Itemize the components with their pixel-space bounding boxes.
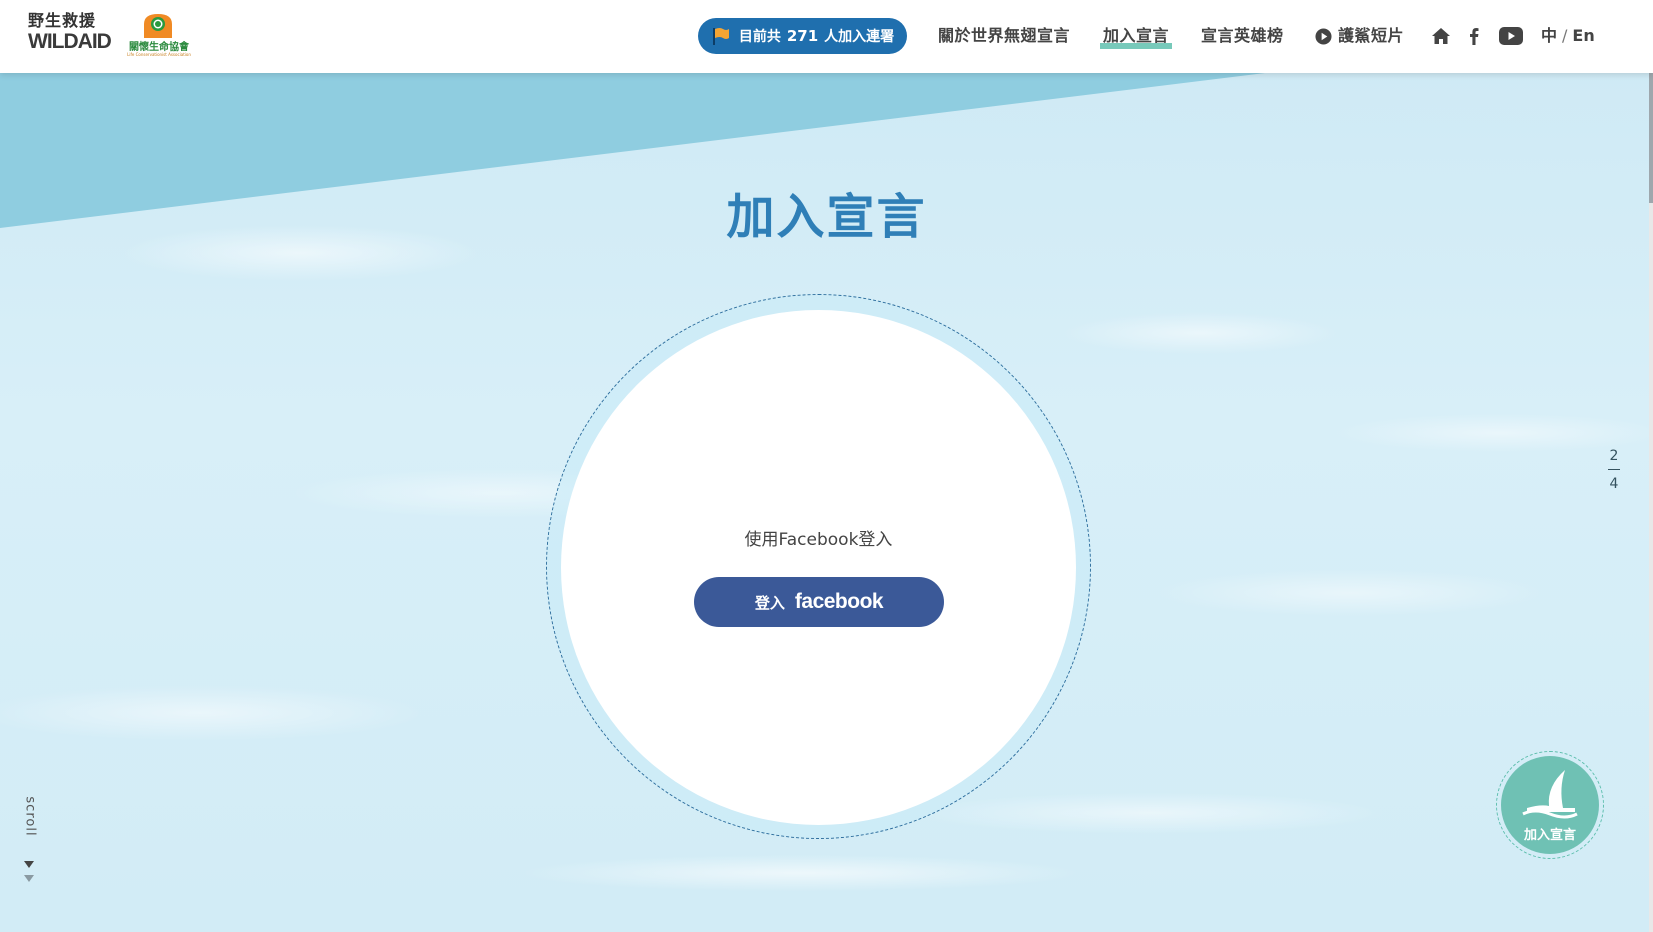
nav-video-label: 護鯊短片: [1338, 26, 1405, 45]
wildaid-logo-en: WILDAID: [28, 30, 112, 53]
wildaid-logo-cn: 野生救援: [28, 11, 97, 30]
lca-logo-en: Life Conservationist Association: [127, 52, 191, 57]
login-prompt: 使用Facebook登入: [744, 530, 893, 550]
lang-separator: /: [1562, 26, 1568, 45]
join-badge-button[interactable]: 加入宣言: [1496, 751, 1604, 859]
signature-suffix: 人加入連署: [824, 29, 895, 45]
scroll-label: scroll: [22, 796, 38, 837]
join-section: 加入宣言 使用Facebook登入 登入 facebook 2 4 scroll…: [0, 73, 1653, 932]
pager-total: 4: [1609, 476, 1619, 492]
nav-heroes[interactable]: 宣言英雄榜: [1201, 22, 1284, 50]
nav-join[interactable]: 加入宣言: [1099, 22, 1173, 50]
home-link[interactable]: [1430, 24, 1452, 48]
lang-en[interactable]: En: [1572, 26, 1594, 45]
youtube-link[interactable]: [1498, 24, 1524, 48]
language-switcher: 中 / En: [1541, 22, 1595, 50]
pager-divider: [1608, 469, 1620, 470]
nav-about[interactable]: 關於世界無翅宣言: [938, 22, 1070, 50]
flag-icon: [712, 28, 729, 45]
page-scrollbar[interactable]: [1649, 0, 1653, 932]
facebook-icon: [1470, 28, 1479, 45]
chevron-down-icon: [24, 861, 34, 882]
site-header: 野生救援 WILDAID 關懷生命協會 Life Conservationist…: [0, 0, 1653, 73]
page-title: 加入宣言: [726, 189, 927, 245]
facebook-login-label: 登入: [754, 593, 785, 612]
nav-video[interactable]: 護鯊短片: [1315, 22, 1404, 50]
scroll-hint[interactable]: scroll: [20, 789, 40, 909]
pager-current: 2: [1609, 448, 1619, 464]
wildaid-logo[interactable]: 野生救援 WILDAID: [28, 11, 112, 58]
facebook-login-button[interactable]: 登入 facebook: [694, 577, 944, 627]
join-badge-label: 加入宣言: [1523, 828, 1576, 843]
facebook-link[interactable]: [1464, 24, 1484, 48]
scrollbar-thumb[interactable]: [1649, 73, 1653, 203]
section-pager: 2 4: [1604, 448, 1624, 492]
home-icon: [1432, 28, 1450, 44]
signature-count-pill[interactable]: 目前共 271 人加入連署: [698, 18, 907, 54]
login-circle: [561, 310, 1076, 825]
lca-logo[interactable]: 關懷生命協會 Life Conservationist Association: [120, 12, 196, 58]
shark-fin-icon: [1522, 770, 1578, 819]
facebook-wordmark: facebook: [794, 590, 884, 613]
play-circle-icon: [1315, 27, 1332, 45]
signature-prefix: 目前共: [738, 29, 781, 45]
youtube-icon: [1499, 27, 1523, 45]
lca-logo-mark: [144, 14, 172, 38]
signature-count: 271: [786, 27, 819, 45]
lca-logo-cn: 關懷生命協會: [129, 42, 189, 53]
lang-zh[interactable]: 中: [1541, 26, 1557, 45]
join-badge-disc: 加入宣言: [1501, 756, 1599, 854]
